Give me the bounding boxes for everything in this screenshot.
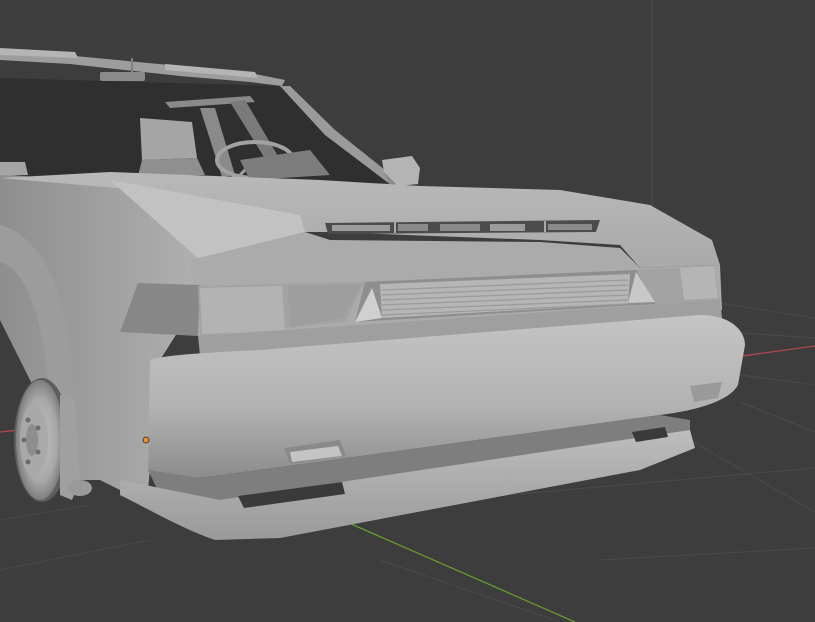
x-axis-line bbox=[734, 345, 815, 358]
viewport-canvas[interactable] bbox=[0, 0, 815, 622]
3d-viewport[interactable] bbox=[0, 0, 815, 622]
car-model[interactable] bbox=[0, 48, 745, 540]
object-origin[interactable] bbox=[142, 436, 150, 444]
